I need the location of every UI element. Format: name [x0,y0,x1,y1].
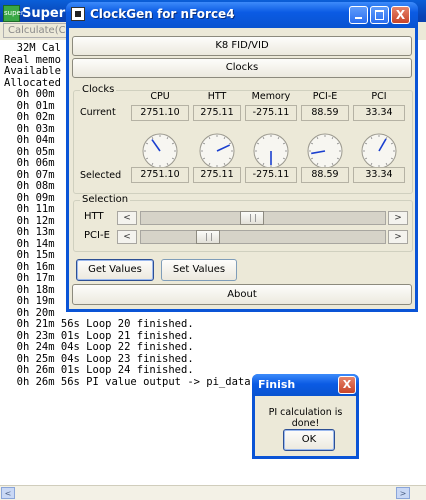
set-values-button[interactable]: Set Values [161,259,237,281]
selection-group: Selection [73,194,413,252]
tab-clocks[interactable]: Clocks [72,58,412,78]
finish-dialog: Finish X PI calculation is done! OK [252,374,359,459]
selection-group-label: Selection [80,194,131,205]
column-header-memory: Memory [251,91,291,102]
finish-dialog-title: Finish [258,378,296,391]
selected-htt-value: 275.11 [193,167,241,183]
current-memory-value: -275.11 [245,105,297,121]
pci-dial [361,133,397,169]
clockgen-app-icon [71,7,85,21]
current-htt-value: 275.11 [193,105,241,121]
tab-k8-fid-vid[interactable]: K8 FID/VID [72,36,412,56]
cpu-dial [142,133,178,169]
pcie-slider-label: PCI-E [84,230,110,241]
close-button[interactable]: X [391,6,410,24]
scroll-left-button[interactable]: < [1,487,15,499]
current-row-label: Current [80,107,116,118]
log-line: 0h 26m 01s Loop 24 finished. [4,364,194,376]
selected-pci-value: 33.34 [353,167,405,183]
selected-pcie-value: 88.59 [301,167,349,183]
pcie-slider[interactable] [140,230,386,244]
column-header-pcie: PCI-E [312,91,338,102]
get-values-button[interactable]: Get Values [76,259,154,281]
about-button[interactable]: About [72,284,412,305]
selected-cpu-value: 2751.10 [131,167,189,183]
minimize-button[interactable] [349,6,368,24]
htt-decrease-button[interactable]: < [117,211,137,225]
finish-dialog-body: PI calculation is done! OK [255,396,356,456]
finish-close-button[interactable]: X [338,376,356,394]
htt-slider[interactable] [140,211,386,225]
clocks-group-label: Clocks [80,84,117,95]
clockgen-title: ClockGen for nForce4 [90,7,235,21]
column-header-htt: HTT [207,91,227,102]
maximize-button[interactable] [370,6,389,24]
scroll-right-button[interactable]: > [396,487,410,499]
log-line: 0h 24m 04s Loop 22 finished. [4,341,194,353]
htt-slider-label: HTT [84,211,104,222]
clockgen-client-area: K8 FID/VID Clocks Clocks CPU HTT Memory … [69,28,415,309]
menu-calculate[interactable]: Calculate(C) [3,23,75,38]
log-line: 0h 21m 56s Loop 20 finished. [4,318,194,330]
clockgen-window: ClockGen for nForce4 X K8 FID/VID Clocks… [66,2,418,312]
close-icon: X [342,378,352,391]
finish-message: PI calculation is done! [268,407,343,429]
pcie-increase-button[interactable]: > [388,230,408,244]
htt-increase-button[interactable]: > [388,211,408,225]
selected-row-label: Selected [80,170,122,181]
ok-button[interactable]: OK [283,429,335,451]
current-cpu-value: 2751.10 [131,105,189,121]
htt-slider-thumb[interactable] [240,211,264,225]
current-pci-value: 33.34 [353,105,405,121]
pcie-slider-thumb[interactable] [196,230,220,244]
close-icon: X [395,8,406,22]
clockgen-titlebar[interactable]: ClockGen for nForce4 X [66,2,418,28]
column-header-cpu: CPU [150,91,170,102]
column-header-pci: PCI [371,91,387,102]
finish-dialog-titlebar[interactable]: Finish X [252,374,359,396]
selected-memory-value: -275.11 [245,167,297,183]
superpi-app-icon: super [3,5,24,22]
pcie-decrease-button[interactable]: < [117,230,137,244]
memory-dial [253,133,289,169]
current-pcie-value: 88.59 [301,105,349,121]
horizontal-scrollbar[interactable]: < > [0,485,426,500]
log-line: 0h 26m 56s PI value output -> pi_data.tx… [4,375,276,388]
htt-dial [199,133,235,169]
pcie-dial [307,133,343,169]
